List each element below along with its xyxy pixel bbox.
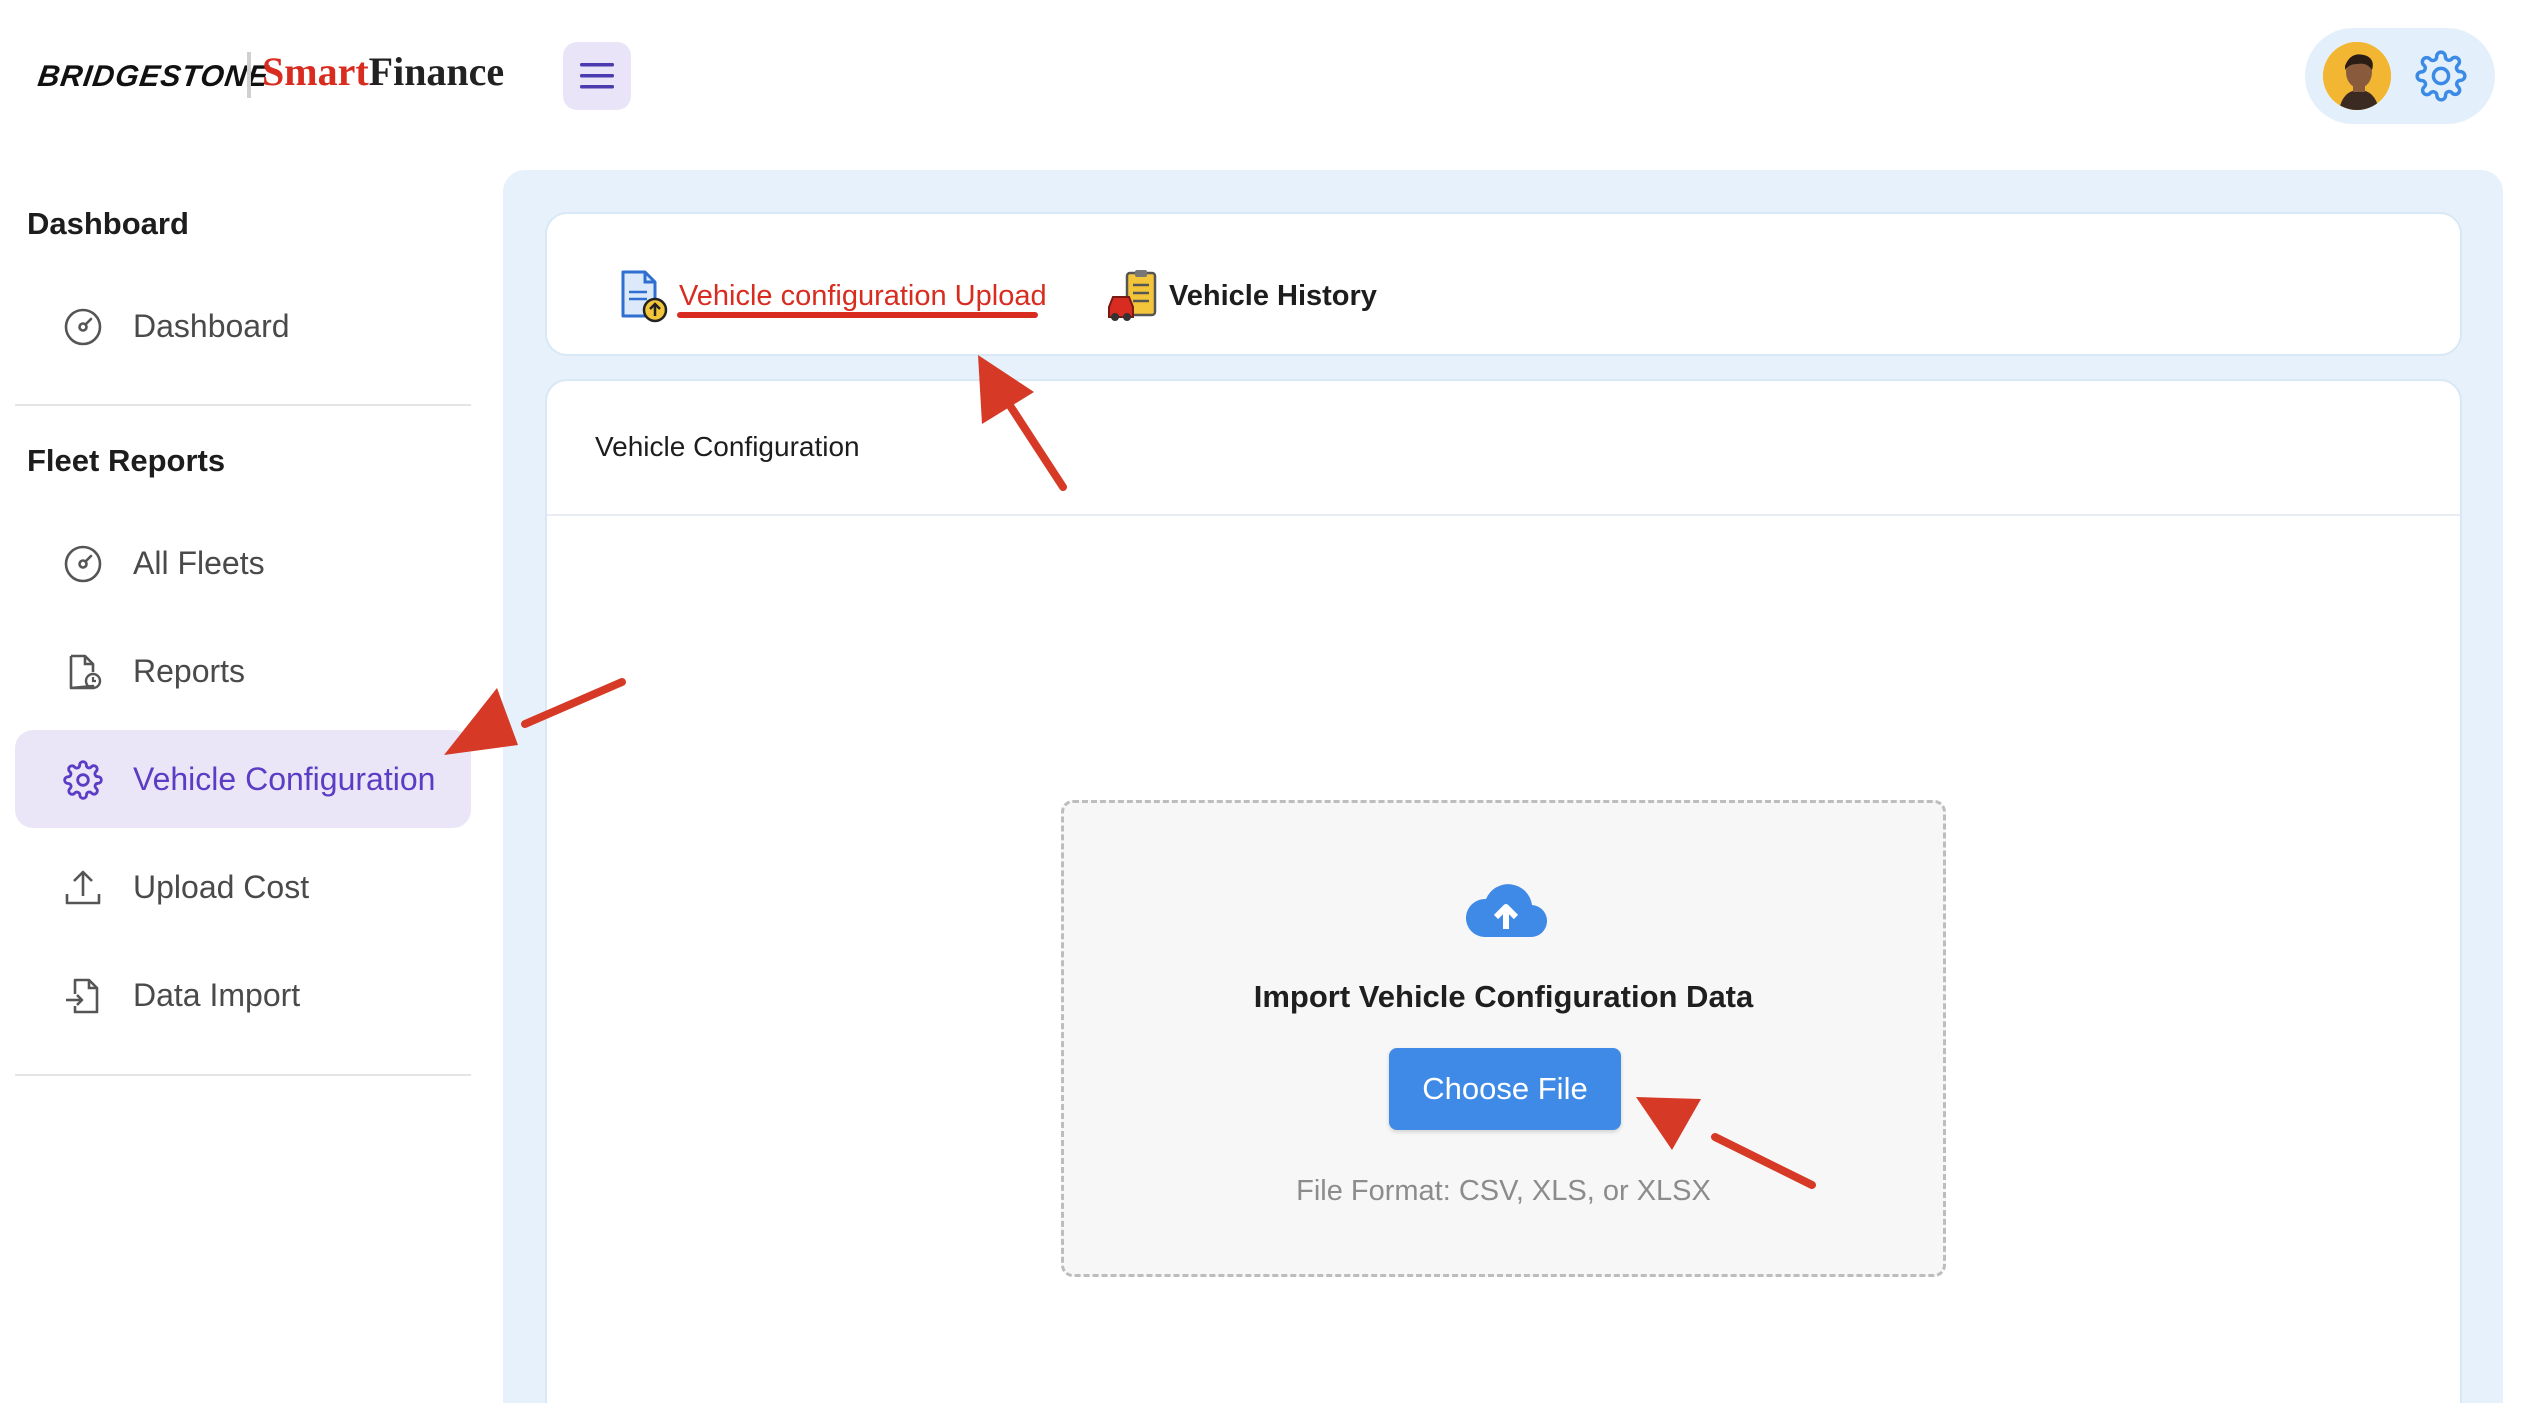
sidebar-item-label: Dashboard <box>133 307 290 344</box>
gear-icon[interactable] <box>2415 50 2467 102</box>
sidebar-item-all-fleets[interactable]: All Fleets <box>15 514 471 612</box>
sidebar-item-label: Reports <box>133 652 246 689</box>
smartfinance-logo[interactable]: SmartFinance <box>262 48 504 95</box>
sidebar-item-label: Data Import <box>133 976 301 1013</box>
sidebar: Dashboard Dashboard Fleet Reports All Fl… <box>0 150 480 1403</box>
file-format-hint: File Format: CSV, XLS, or XLSX <box>1296 1175 1711 1207</box>
choose-file-button[interactable]: Choose File <box>1389 1048 1621 1130</box>
menu-toggle-button[interactable] <box>563 42 631 110</box>
sidebar-item-label: All Fleets <box>133 544 265 581</box>
tab-label: Vehicle History <box>1169 279 1377 312</box>
speedometer-icon <box>64 308 102 346</box>
content-divider <box>547 514 2460 516</box>
sidebar-item-label: Vehicle Configuration <box>133 760 436 797</box>
sidebar-item-dashboard[interactable]: Dashboard <box>15 277 471 375</box>
document-upload-icon <box>621 270 668 323</box>
section-title-dashboard: Dashboard <box>27 206 189 241</box>
user-menu[interactable] <box>2305 28 2495 124</box>
dropzone-title: Import Vehicle Configuration Data <box>1253 979 1754 1014</box>
page-title: Vehicle Configuration <box>595 431 860 462</box>
gear-icon <box>63 760 103 800</box>
sidebar-divider <box>15 1074 471 1076</box>
tab-vehicle-history[interactable]: Vehicle History <box>1107 266 1377 326</box>
tabs-bar: Vehicle configuration Upload Vehicle His… <box>545 212 2462 356</box>
sidebar-item-reports[interactable]: Reports <box>15 622 471 720</box>
vehicle-checklist-icon <box>1108 270 1157 321</box>
cloud-upload-icon <box>1465 884 1548 938</box>
tab-label: Vehicle configuration Upload <box>679 279 1047 312</box>
section-title-fleet-reports: Fleet Reports <box>27 443 226 478</box>
sidebar-item-upload-cost[interactable]: Upload Cost <box>15 838 471 936</box>
sidebar-divider <box>15 404 471 406</box>
top-header: BRIDGESTONE SmartFinance <box>0 0 2525 150</box>
report-clock-icon <box>69 654 102 690</box>
sidebar-item-label: Upload Cost <box>133 868 310 905</box>
active-tab-indicator <box>677 312 1038 318</box>
logo-divider <box>247 52 251 98</box>
hamburger-menu-icon <box>580 63 614 89</box>
bridgestone-logo[interactable]: BRIDGESTONE <box>36 60 271 94</box>
sidebar-item-vehicle-configuration[interactable]: Vehicle Configuration <box>15 730 471 828</box>
avatar[interactable] <box>2323 42 2391 110</box>
upload-icon <box>65 870 101 905</box>
sidebar-item-data-import[interactable]: Data Import <box>15 946 471 1044</box>
speedometer-icon <box>64 545 102 583</box>
file-dropzone[interactable]: Import Vehicle Configuration Data Choose… <box>1061 800 1946 1277</box>
file-import-icon <box>66 978 99 1014</box>
